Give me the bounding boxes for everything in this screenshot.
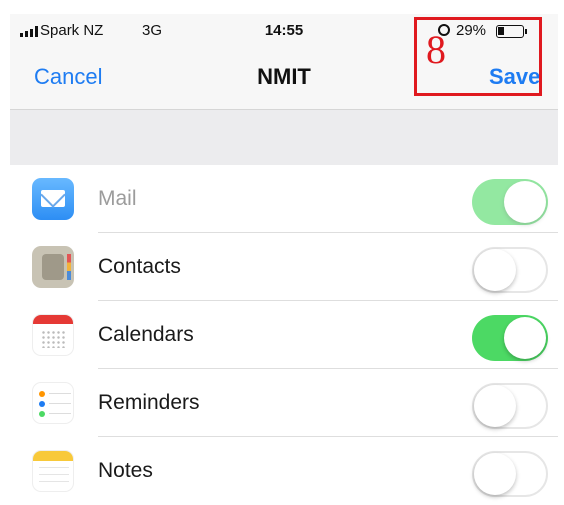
mail-toggle[interactable] bbox=[472, 179, 548, 225]
mail-icon bbox=[32, 178, 74, 220]
battery-percentage: 29% bbox=[456, 22, 487, 39]
list-item-label: Calendars bbox=[98, 323, 194, 346]
contacts-toggle[interactable] bbox=[472, 247, 548, 293]
reminders-icon bbox=[32, 382, 74, 424]
notes-icon bbox=[32, 450, 74, 492]
calendars-toggle[interactable] bbox=[472, 315, 548, 361]
battery-icon bbox=[496, 25, 527, 38]
sync-settings-list: Mail Contacts Calendars Reminders Notes bbox=[10, 165, 558, 502]
list-item-label: Mail bbox=[98, 187, 137, 210]
toggle-knob bbox=[474, 249, 516, 291]
toggle-knob bbox=[504, 181, 546, 223]
toggle-knob bbox=[474, 385, 516, 427]
list-item-label: Notes bbox=[98, 459, 153, 482]
list-item-label: Contacts bbox=[98, 255, 181, 278]
list-item-contacts: Contacts bbox=[10, 233, 558, 301]
status-bar: Spark NZ 3G 14:55 29% bbox=[10, 14, 558, 50]
list-item-mail: Mail bbox=[10, 165, 558, 233]
save-button[interactable]: Save bbox=[489, 64, 540, 90]
navigation-bar: Cancel NMIT Save bbox=[10, 50, 558, 108]
list-item-calendars: Calendars bbox=[10, 301, 558, 369]
calendar-icon bbox=[32, 314, 74, 356]
list-item-notes: Notes bbox=[10, 437, 558, 502]
list-item-label: Reminders bbox=[98, 391, 200, 414]
annotation-step-number: 8 bbox=[426, 27, 446, 72]
toggle-knob bbox=[474, 453, 516, 495]
toggle-knob bbox=[504, 317, 546, 359]
contacts-icon bbox=[32, 246, 74, 288]
notes-toggle[interactable] bbox=[472, 451, 548, 497]
page-title: NMIT bbox=[257, 64, 311, 89]
reminders-toggle[interactable] bbox=[472, 383, 548, 429]
phone-screen: Spark NZ 3G 14:55 29% Cancel NMIT Save M… bbox=[10, 14, 558, 502]
list-item-reminders: Reminders bbox=[10, 369, 558, 437]
section-spacer bbox=[10, 110, 558, 165]
